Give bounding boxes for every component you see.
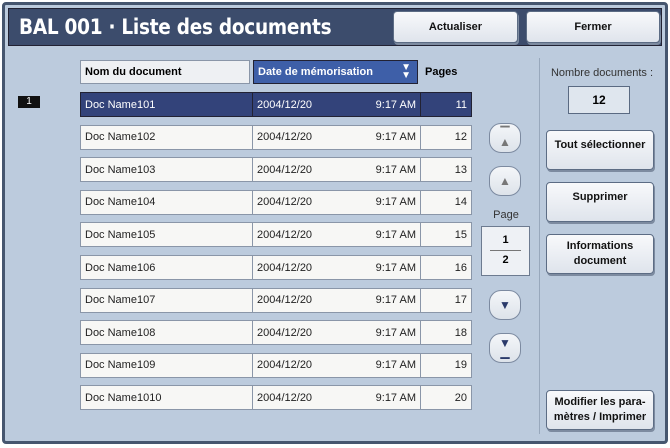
select-all-button[interactable]: Tout sélectionner <box>546 130 654 170</box>
date-value: 2004/12/20 <box>257 294 313 307</box>
document-date: 2004/12/20 9:17 AM <box>252 287 421 313</box>
column-header-date[interactable]: Date de mémorisation ▼ ▼ <box>253 60 418 84</box>
document-name: Doc Name107 <box>80 287 253 313</box>
time-value: 9:17 AM <box>375 261 416 274</box>
document-date: 2004/12/20 9:17 AM <box>252 157 421 183</box>
table-row[interactable]: Doc Name108 2004/12/20 9:17 AM 18 <box>80 320 472 346</box>
last-page-icon: ▼ ▁ <box>499 336 511 359</box>
modify-print-button[interactable]: Modifier les para-mètres / Imprimer <box>546 390 654 430</box>
close-button[interactable]: Fermer <box>526 11 660 43</box>
time-value: 9:17 AM <box>375 359 416 372</box>
page-label: Page <box>493 209 519 221</box>
down-arrow-icon: ▼ <box>499 298 511 312</box>
page-indicator: 1 2 <box>481 226 530 276</box>
up-arrow-icon: ▲ <box>499 174 511 188</box>
document-pages: 20 <box>420 385 472 411</box>
document-name: Doc Name106 <box>80 255 253 280</box>
next-page-button[interactable]: ▼ <box>489 290 521 320</box>
table-row[interactable]: Doc Name101 2004/12/20 9:17 AM 11 <box>80 92 472 117</box>
date-value: 2004/12/20 <box>257 391 313 404</box>
time-value: 9:17 AM <box>375 196 416 209</box>
sort-down-icon: ▼ ▼ <box>401 62 411 81</box>
document-date: 2004/12/20 9:17 AM <box>252 222 421 248</box>
document-pages: 18 <box>420 320 472 346</box>
document-name: Doc Name101 <box>80 92 253 117</box>
table-row[interactable]: Doc Name102 2004/12/20 9:17 AM 12 <box>80 124 472 150</box>
time-value: 9:17 AM <box>375 163 416 176</box>
document-name: Doc Name103 <box>80 157 253 183</box>
date-value: 2004/12/20 <box>257 261 313 274</box>
document-pages: 13 <box>420 157 472 183</box>
document-date: 2004/12/20 9:17 AM <box>252 92 421 117</box>
document-name: Doc Name109 <box>80 352 253 378</box>
selected-index-badge: 1 <box>18 96 40 108</box>
document-date: 2004/12/20 9:17 AM <box>252 352 421 378</box>
date-value: 2004/12/20 <box>257 326 313 339</box>
date-value: 2004/12/20 <box>257 359 313 372</box>
time-value: 9:17 AM <box>375 391 416 404</box>
table-row[interactable]: Doc Name1010 2004/12/20 9:17 AM 20 <box>80 385 472 411</box>
column-header-date-label: Date de mémorisation <box>258 66 373 78</box>
table-row[interactable]: Doc Name107 2004/12/20 9:17 AM 17 <box>80 287 472 313</box>
table-row[interactable]: Doc Name104 2004/12/20 9:17 AM 14 <box>80 189 472 215</box>
column-header-name[interactable]: Nom du document <box>80 60 250 84</box>
first-page-button[interactable]: ▔ ▲ <box>489 123 521 153</box>
document-date: 2004/12/20 9:17 AM <box>252 320 421 346</box>
table-row[interactable]: Doc Name103 2004/12/20 9:17 AM 13 <box>80 157 472 183</box>
current-page: 1 <box>502 234 509 246</box>
document-pages: 17 <box>420 287 472 313</box>
page-title: BAL 001 · Liste des documents <box>19 15 332 39</box>
date-value: 2004/12/20 <box>257 228 313 241</box>
date-value: 2004/12/20 <box>257 196 313 209</box>
column-header-pages: Pages <box>425 66 458 78</box>
refresh-button[interactable]: Actualiser <box>393 11 518 43</box>
time-value: 9:17 AM <box>375 228 416 241</box>
table-row[interactable]: Doc Name106 2004/12/20 9:17 AM 16 <box>80 255 472 280</box>
document-info-button[interactable]: Informations document <box>546 234 654 274</box>
time-value: 9:17 AM <box>375 131 416 144</box>
last-page-button[interactable]: ▼ ▁ <box>489 333 521 363</box>
document-count-label: Nombre documents : <box>550 67 654 79</box>
document-pages: 16 <box>420 255 472 280</box>
document-name: Doc Name1010 <box>80 385 253 411</box>
document-pages: 14 <box>420 189 472 215</box>
date-value: 2004/12/20 <box>257 131 313 144</box>
document-name: Doc Name104 <box>80 189 253 215</box>
date-value: 2004/12/20 <box>257 98 313 111</box>
prev-page-button[interactable]: ▲ <box>489 166 521 196</box>
document-date: 2004/12/20 9:17 AM <box>252 189 421 215</box>
document-name: Doc Name108 <box>80 320 253 346</box>
date-value: 2004/12/20 <box>257 163 313 176</box>
delete-button[interactable]: Supprimer <box>546 182 654 222</box>
document-pages: 12 <box>420 124 472 150</box>
table-row[interactable]: Doc Name105 2004/12/20 9:17 AM 15 <box>80 222 472 248</box>
document-pages: 19 <box>420 352 472 378</box>
time-value: 9:17 AM <box>375 294 416 307</box>
time-value: 9:17 AM <box>375 98 416 111</box>
divider <box>539 58 540 434</box>
total-pages: 2 <box>502 254 509 266</box>
document-pages: 15 <box>420 222 472 248</box>
document-date: 2004/12/20 9:17 AM <box>252 385 421 411</box>
document-pages: 11 <box>420 92 472 117</box>
first-page-icon: ▔ ▲ <box>499 126 511 149</box>
document-count-value: 12 <box>568 86 630 114</box>
time-value: 9:17 AM <box>375 326 416 339</box>
document-date: 2004/12/20 9:17 AM <box>252 255 421 280</box>
table-row[interactable]: Doc Name109 2004/12/20 9:17 AM 19 <box>80 352 472 378</box>
document-name: Doc Name102 <box>80 124 253 150</box>
document-name: Doc Name105 <box>80 222 253 248</box>
document-date: 2004/12/20 9:17 AM <box>252 124 421 150</box>
